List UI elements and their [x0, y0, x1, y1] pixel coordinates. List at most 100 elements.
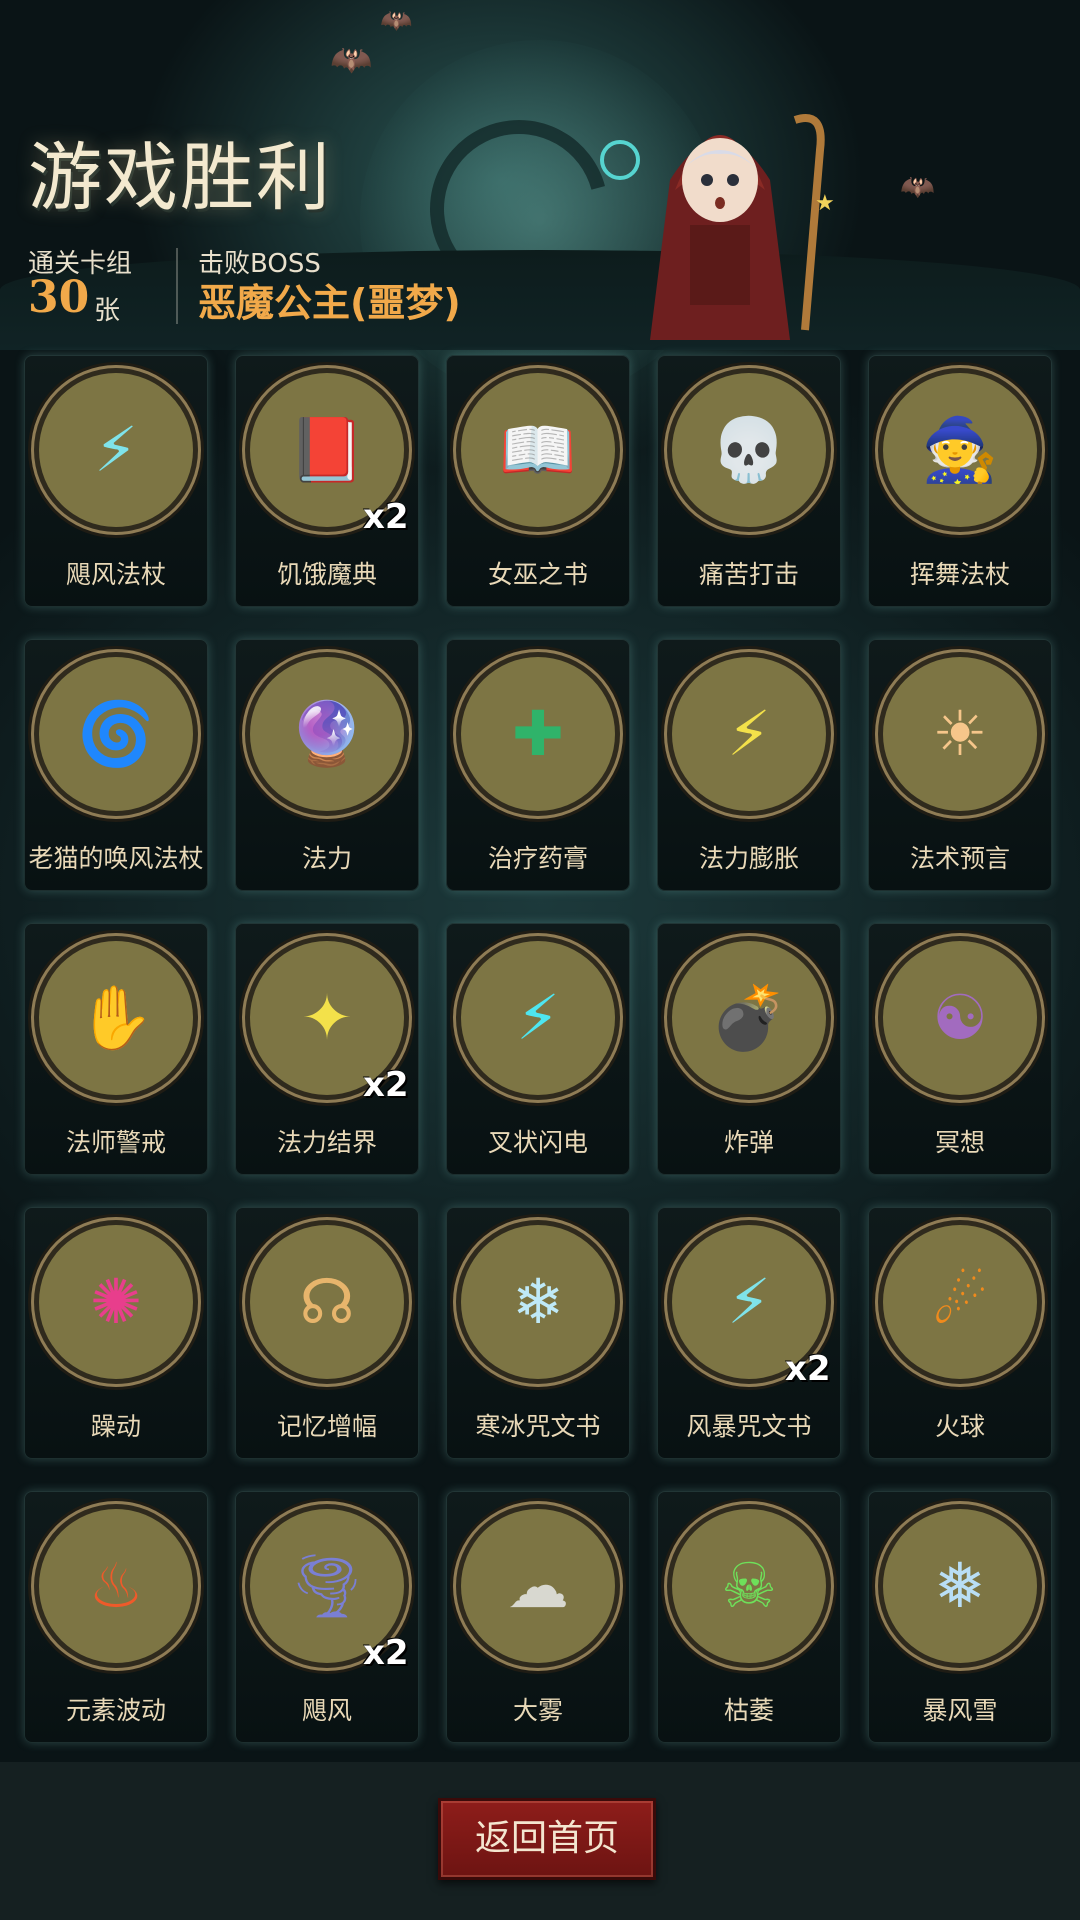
mana-surge-icon: ⚡ [672, 657, 826, 811]
mage-vigil-icon-glyph: ✋ [77, 981, 155, 1054]
card-item[interactable]: 💣 炸弹 [657, 923, 841, 1175]
elemental-wave-icon: ♨ [39, 1509, 193, 1663]
svg-text:★: ★ [815, 191, 835, 216]
card-name: 火球 [934, 1412, 985, 1441]
fireball-icon-glyph: ☄ [932, 1265, 988, 1338]
bomb-icon-glyph: 💣 [710, 981, 788, 1054]
bat-icon: 🦇 [380, 6, 413, 36]
ice-spellbook-icon: ❄ [461, 1225, 615, 1379]
card-item[interactable]: ☄ 火球 [868, 1207, 1052, 1459]
card-name: 冥想 [934, 1128, 985, 1157]
card-name: 女巫之书 [487, 560, 588, 589]
card-name: 风暴咒文书 [686, 1412, 812, 1441]
pain-strike-icon-glyph: 💀 [710, 413, 788, 486]
card-item[interactable]: ☀ 法术预言 [868, 639, 1052, 891]
card-item[interactable]: ♨ 元素波动 [24, 1491, 208, 1743]
boss-name: 恶魔公主(噩梦) [198, 281, 461, 325]
frenzy-icon: ✺ [39, 1225, 193, 1379]
card-name: 躁动 [90, 1412, 141, 1441]
mana-surge-icon-glyph: ⚡ [727, 697, 771, 770]
healing-ointment-icon: ✚ [461, 657, 615, 811]
card-count-badge: x2 [785, 1349, 831, 1389]
card-name: 枯萎 [723, 1696, 774, 1725]
card-name: 法师警戒 [65, 1128, 166, 1157]
card-item[interactable]: 📖 女巫之书 [446, 355, 630, 607]
victory-title: 游戏胜利 [28, 135, 332, 221]
healing-ointment-icon-glyph: ✚ [512, 697, 564, 770]
card-item[interactable]: ✦ x2 法力结界 [235, 923, 419, 1175]
card-item[interactable]: 🌪 x2 飓风 [235, 1491, 419, 1743]
card-name: 元素波动 [65, 1696, 166, 1725]
card-name: 寒冰咒文书 [475, 1412, 601, 1441]
card-item[interactable]: ✚ 治疗药膏 [446, 639, 630, 891]
meditation-icon-glyph: ☯ [932, 981, 988, 1054]
forked-lightning-icon: ⚡ [461, 941, 615, 1095]
meditation-icon: ☯ [883, 941, 1037, 1095]
card-item[interactable]: ⚡ x2 风暴咒文书 [657, 1207, 841, 1459]
fireball-icon: ☄ [883, 1225, 1037, 1379]
card-item[interactable]: ❄ 寒冰咒文书 [446, 1207, 630, 1459]
card-item[interactable]: ☯ 冥想 [868, 923, 1052, 1175]
return-home-button[interactable]: 返回首页 [438, 1798, 656, 1880]
card-name: 挥舞法杖 [909, 560, 1010, 589]
memory-boost-icon-glyph: ☊ [299, 1265, 355, 1338]
cat-wind-staff-icon: 🌀 [39, 657, 193, 811]
card-name: 暴风雪 [922, 1696, 998, 1725]
witch-book-icon-glyph: 📖 [499, 413, 577, 486]
mage-vigil-icon: ✋ [39, 941, 193, 1095]
blizzard-icon-glyph: ❅ [934, 1549, 986, 1622]
bomb-icon: 💣 [672, 941, 826, 1095]
blizzard-icon: ❅ [883, 1509, 1037, 1663]
card-name: 大雾 [512, 1696, 563, 1725]
spell-prophecy-icon: ☀ [883, 657, 1037, 811]
deck-count: 30 [28, 272, 90, 323]
card-item[interactable]: 🔮 法力 [235, 639, 419, 891]
cat-wind-staff-icon-glyph: 🌀 [77, 697, 155, 770]
forked-lightning-icon-glyph: ⚡ [516, 981, 560, 1054]
memory-boost-icon: ☊ [250, 1225, 404, 1379]
card-name: 法力结界 [276, 1128, 377, 1157]
card-name: 法力膨胀 [698, 844, 799, 873]
pain-strike-icon: 💀 [672, 373, 826, 527]
card-item[interactable]: ✺ 躁动 [24, 1207, 208, 1459]
card-item[interactable]: 🧙 挥舞法杖 [868, 355, 1052, 607]
card-count-badge: x2 [363, 1633, 409, 1673]
card-name: 叉状闪电 [487, 1128, 588, 1157]
wither-icon: ☠ [672, 1509, 826, 1663]
card-count-badge: x2 [363, 497, 409, 537]
fog-icon-glyph: ☁ [507, 1549, 569, 1622]
card-item[interactable]: ⚡ 飓风法杖 [24, 355, 208, 607]
card-item[interactable]: 🌀 老猫的唤风法杖 [24, 639, 208, 891]
card-item[interactable]: ☁ 大雾 [446, 1491, 630, 1743]
card-name: 饥饿魔典 [276, 560, 377, 589]
mana-orb-icon: 🔮 [250, 657, 404, 811]
wither-icon-glyph: ☠ [721, 1549, 777, 1622]
bat-icon: 🦇 [330, 40, 373, 80]
card-name: 治疗药膏 [487, 844, 588, 873]
card-item[interactable]: ❅ 暴风雪 [868, 1491, 1052, 1743]
wielding-staff-icon: 🧙 [883, 373, 1037, 527]
card-name: 痛苦打击 [698, 560, 799, 589]
mana-orb-icon-glyph: 🔮 [288, 697, 366, 770]
frenzy-icon-glyph: ✺ [90, 1265, 142, 1338]
card-item[interactable]: ☊ 记忆增幅 [235, 1207, 419, 1459]
witch-book-icon: 📖 [461, 373, 615, 527]
card-item[interactable]: 💀 痛苦打击 [657, 355, 841, 607]
card-name: 法力 [301, 844, 352, 873]
card-item[interactable]: ⚡ 法力膨胀 [657, 639, 841, 891]
card-item[interactable]: ⚡ 叉状闪电 [446, 923, 630, 1175]
deck-unit: 张 [94, 296, 121, 326]
card-item[interactable]: 📕 x2 饥饿魔典 [235, 355, 419, 607]
staff-lightning-icon-glyph: ⚡ [94, 413, 138, 486]
fog-icon: ☁ [461, 1509, 615, 1663]
card-item[interactable]: ✋ 法师警戒 [24, 923, 208, 1175]
card-count-badge: x2 [363, 1065, 409, 1105]
hill-silhouette [0, 250, 1080, 350]
spell-prophecy-icon-glyph: ☀ [932, 697, 988, 770]
bat-icon: 🦇 [900, 170, 935, 203]
card-name: 飓风 [301, 1696, 352, 1725]
elemental-wave-icon-glyph: ♨ [88, 1549, 144, 1622]
card-item[interactable]: ☠ 枯萎 [657, 1491, 841, 1743]
card-name: 法术预言 [909, 844, 1010, 873]
card-name: 炸弹 [723, 1128, 774, 1157]
